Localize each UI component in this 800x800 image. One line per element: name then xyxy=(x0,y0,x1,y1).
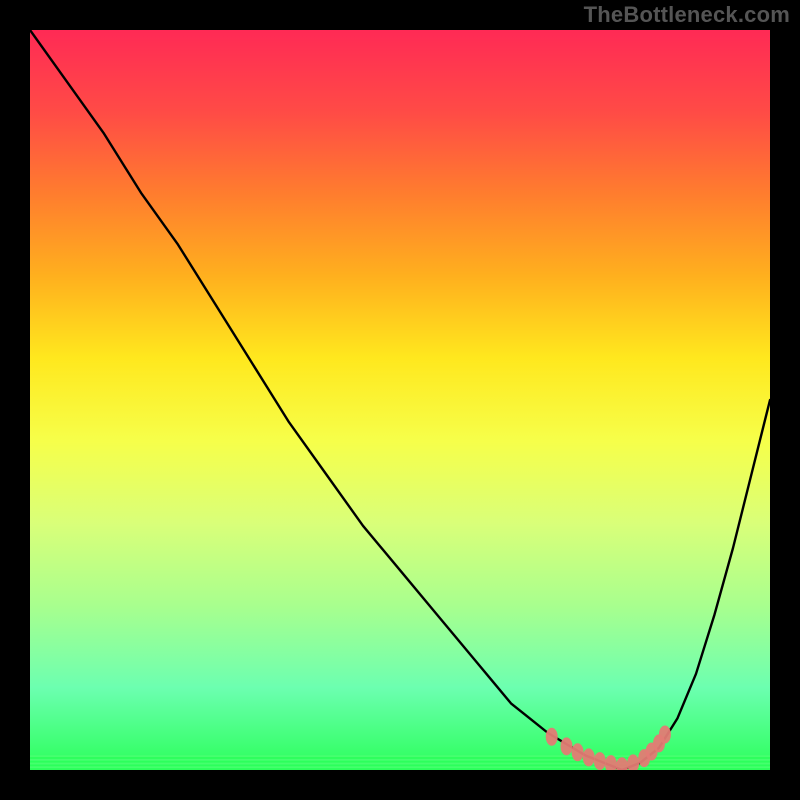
plot-area xyxy=(30,30,770,770)
chart-svg xyxy=(30,30,770,770)
watermark-text: TheBottleneck.com xyxy=(584,2,790,28)
chart-frame: TheBottleneck.com xyxy=(0,0,800,800)
